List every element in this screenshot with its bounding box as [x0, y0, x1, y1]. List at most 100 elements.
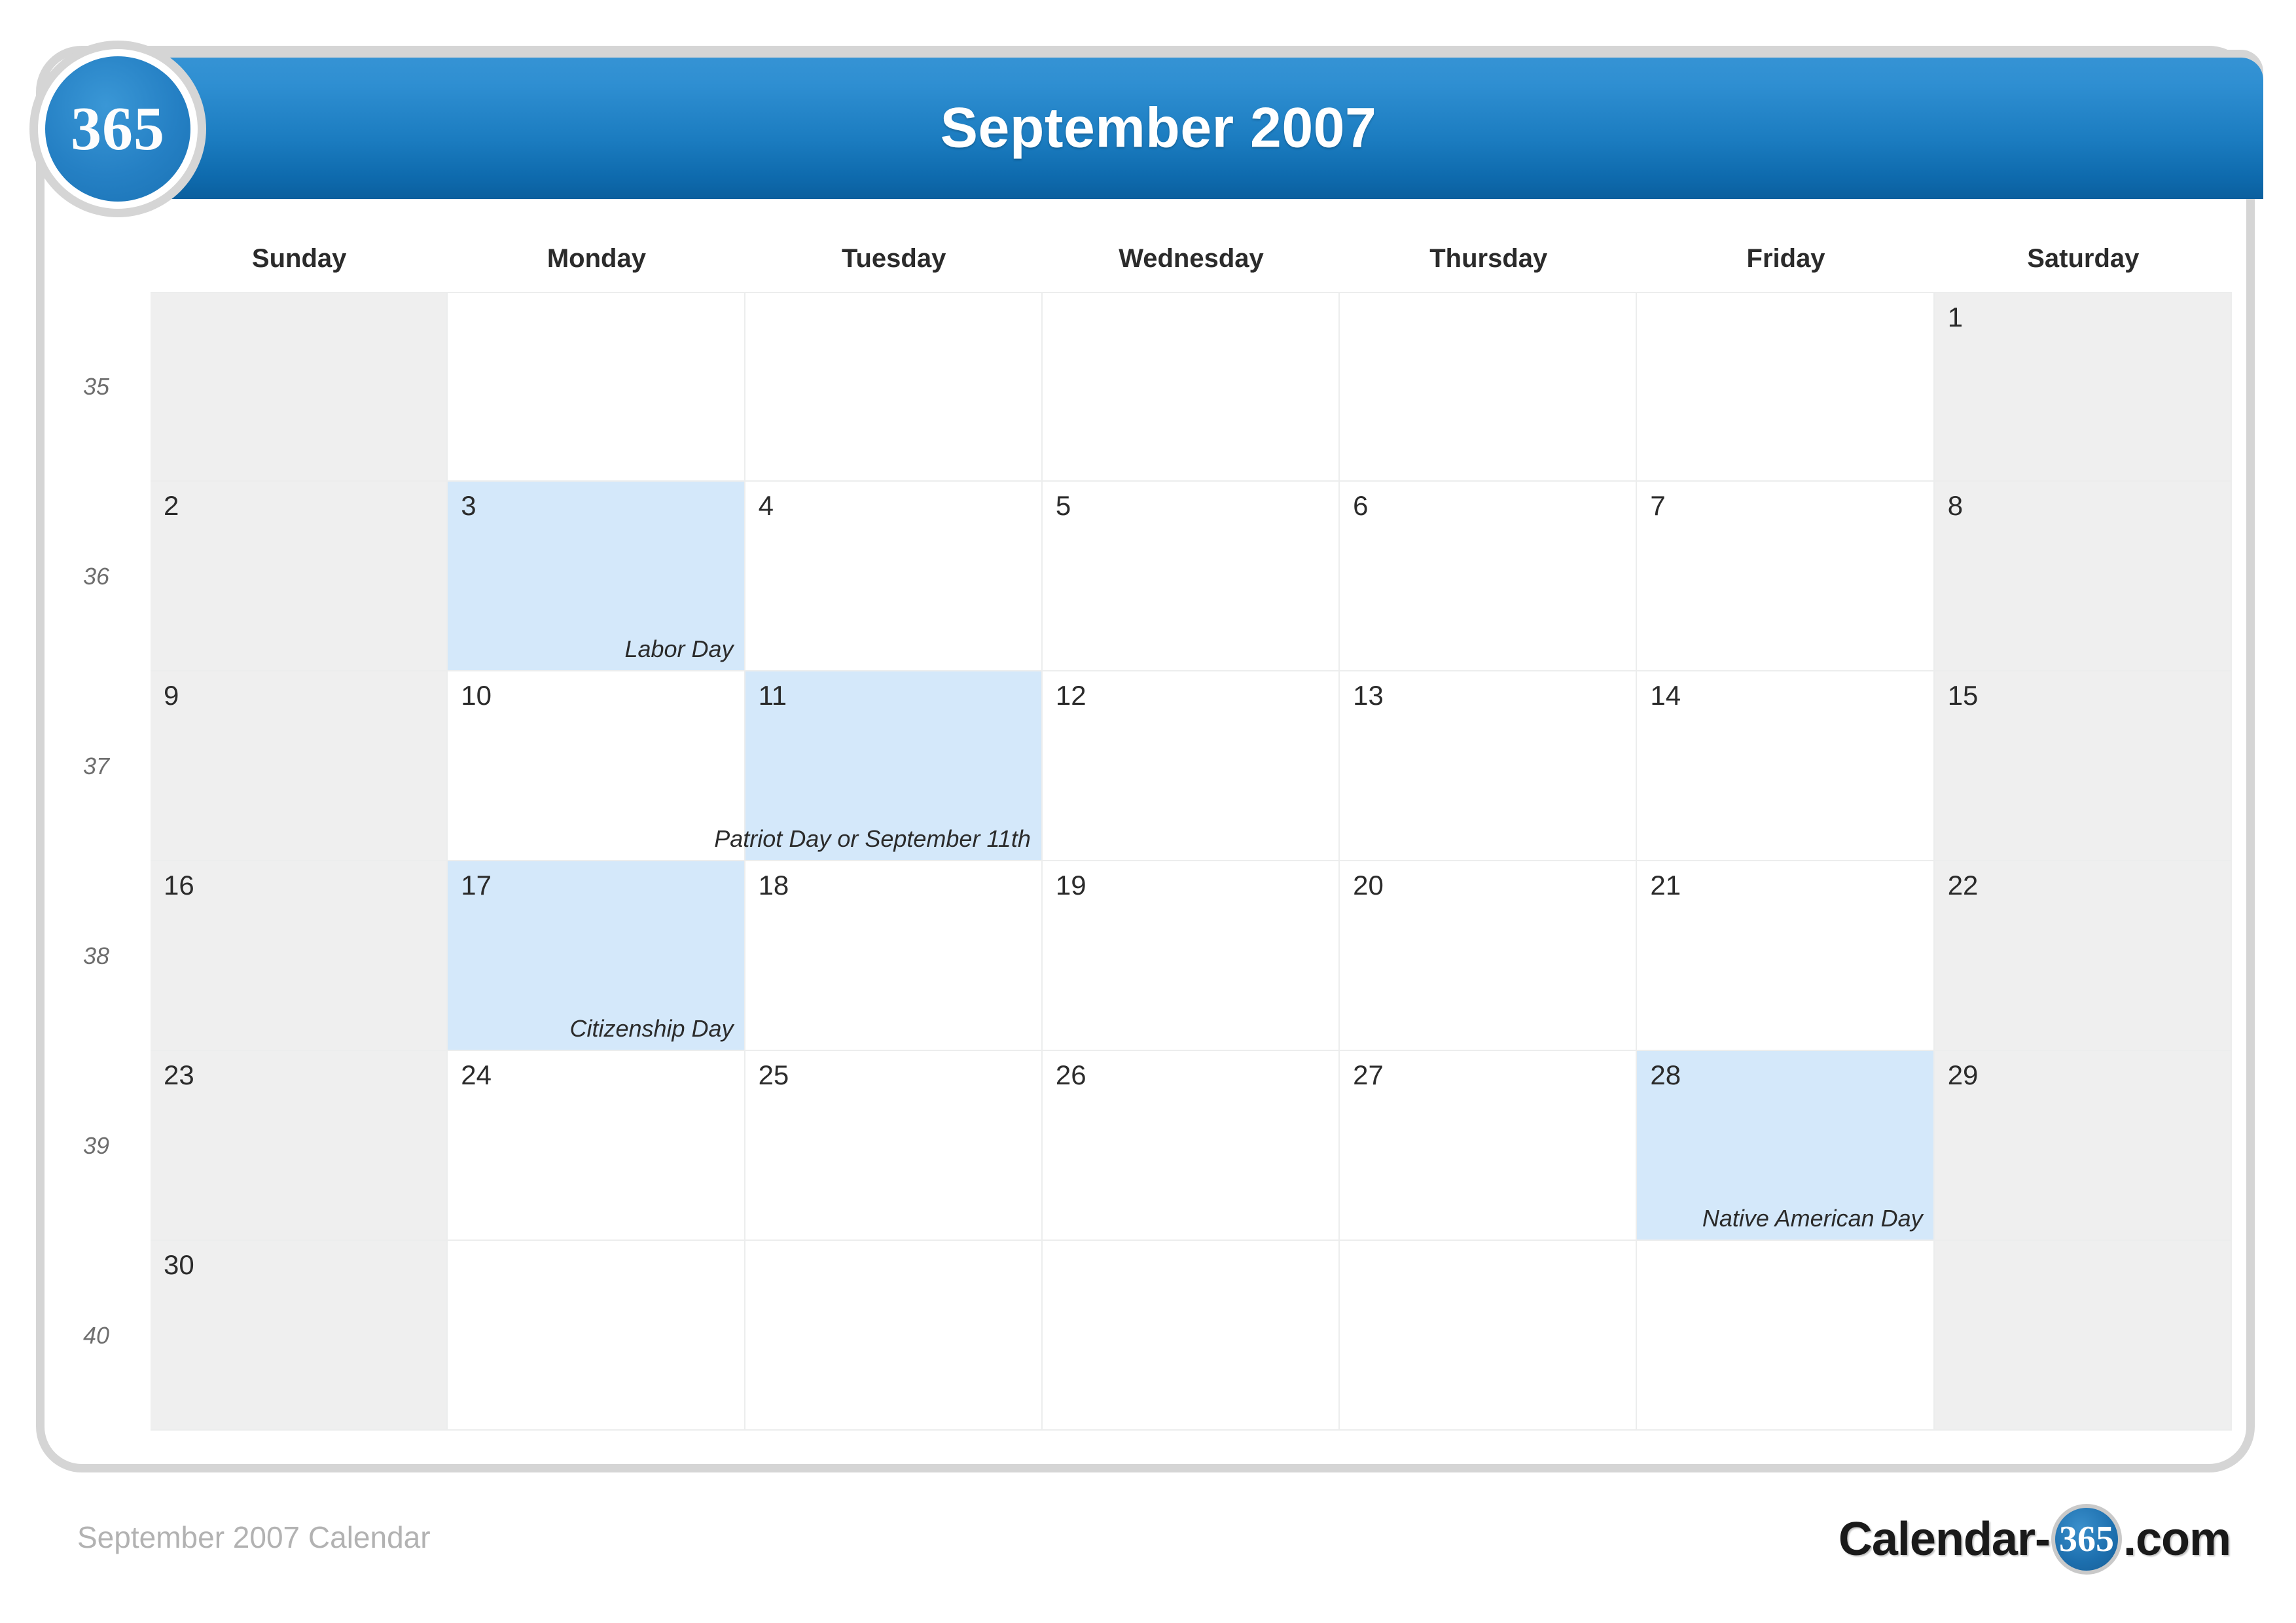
day-number: 2 [164, 490, 179, 521]
day-number: 13 [1353, 680, 1384, 711]
page-title: September 2007 [940, 96, 1377, 160]
logo-suffix-text: .com [2123, 1513, 2231, 1565]
day-number: 23 [164, 1060, 194, 1090]
day-number: 25 [758, 1060, 789, 1090]
day-cell-empty [448, 1241, 745, 1431]
week-number-39: 39 [82, 1132, 110, 1159]
day-number: 9 [164, 680, 179, 711]
day-cell-20[interactable]: 20 [1340, 861, 1638, 1051]
day-cell-empty [1934, 1241, 2232, 1431]
day-number: 28 [1650, 1060, 1681, 1090]
day-cell-9[interactable]: 9 [151, 671, 448, 861]
calendar-week-row: 37 9 10 11 Patriot Day or September 11th 12 13… [83, 671, 2232, 861]
calendar365-logo[interactable]: Calendar- 365 .com [1839, 1504, 2231, 1575]
day-number: 11 [758, 680, 787, 711]
calendar-grid: Sunday Monday Tuesday Wednesday Thursday Frid… [83, 241, 2232, 1431]
day-cell-1[interactable]: 1 [1934, 292, 2232, 482]
day-cell-26[interactable]: 26 [1042, 1051, 1340, 1241]
day-number: 17 [461, 870, 492, 901]
day-number: 3 [461, 490, 476, 521]
week-number-38: 38 [82, 942, 110, 969]
day-number: 18 [758, 870, 789, 901]
day-cell-7[interactable]: 7 [1637, 482, 1935, 671]
day-cell-28[interactable]: 28 Native American Day [1637, 1051, 1935, 1241]
week-number-37: 37 [82, 753, 110, 779]
week-number-36: 36 [82, 563, 110, 590]
day-cell-21[interactable]: 21 [1637, 861, 1935, 1051]
brand-badge-label: 365 [45, 56, 190, 202]
weekday-header-tuesday: Tuesday [842, 244, 946, 273]
day-cell-empty [448, 292, 745, 482]
logo-prefix-text: Calendar- [1838, 1513, 2051, 1565]
day-number: 7 [1650, 490, 1666, 521]
holiday-label: Patriot Day or September 11th [714, 825, 1031, 853]
weekday-header-friday: Friday [1746, 244, 1825, 273]
weekday-header-row: Sunday Monday Tuesday Wednesday Thursday Frid… [151, 241, 2232, 292]
day-number: 6 [1353, 490, 1369, 521]
day-number: 16 [164, 870, 194, 901]
day-cell-empty [1637, 292, 1935, 482]
day-number: 22 [1947, 870, 1979, 901]
weekday-header-thursday: Thursday [1429, 244, 1548, 273]
day-number: 10 [461, 680, 492, 711]
day-cell-empty [1340, 292, 1638, 482]
calendar-week-row: 35 1 [83, 292, 2232, 482]
day-cell-24[interactable]: 24 [448, 1051, 745, 1241]
day-cell-empty [745, 292, 1043, 482]
day-cell-8[interactable]: 8 [1934, 482, 2232, 671]
day-cell-3[interactable]: 3 Labor Day [448, 482, 745, 671]
day-cell-10[interactable]: 10 [448, 671, 745, 861]
day-cell-30[interactable]: 30 [151, 1241, 448, 1431]
holiday-label: Native American Day [1702, 1205, 1923, 1232]
day-number: 24 [461, 1060, 492, 1090]
calendar-week-row: 36 2 3 Labor Day 4 5 6 7 8 [83, 482, 2232, 671]
day-cell-17[interactable]: 17 Citizenship Day [448, 861, 745, 1051]
day-cell-empty [745, 1241, 1043, 1431]
day-cell-4[interactable]: 4 [745, 482, 1043, 671]
month-header-bar: September 2007 [145, 58, 2263, 199]
day-number: 4 [758, 490, 774, 521]
weekday-header-monday: Monday [547, 244, 646, 273]
day-number: 26 [1055, 1060, 1086, 1090]
day-number: 29 [1947, 1060, 1979, 1090]
day-number: 14 [1650, 680, 1681, 711]
day-cell-empty [1042, 1241, 1340, 1431]
day-number: 5 [1055, 490, 1071, 521]
day-cell-23[interactable]: 23 [151, 1051, 448, 1241]
day-number: 21 [1650, 870, 1681, 901]
holiday-label: Citizenship Day [569, 1015, 734, 1043]
day-cell-15[interactable]: 15 [1934, 671, 2232, 861]
day-cell-27[interactable]: 27 [1340, 1051, 1638, 1241]
calendar-week-row: 38 16 17 Citizenship Day 18 19 20 21 22 [83, 861, 2232, 1051]
day-number: 19 [1055, 870, 1086, 901]
day-cell-16[interactable]: 16 [151, 861, 448, 1051]
day-cell-25[interactable]: 25 [745, 1051, 1043, 1241]
day-cell-22[interactable]: 22 [1934, 861, 2232, 1051]
calendar-week-row: 39 23 24 25 26 27 28 Native American Day 29 [83, 1051, 2232, 1241]
weekday-header-saturday: Saturday [2027, 244, 2140, 273]
holiday-label: Labor Day [624, 635, 734, 663]
week-number-35: 35 [82, 373, 110, 400]
day-cell-empty [1637, 1241, 1935, 1431]
day-cell-empty [1340, 1241, 1638, 1431]
day-cell-18[interactable]: 18 [745, 861, 1043, 1051]
week-number-40: 40 [82, 1322, 110, 1349]
weekday-header-wednesday: Wednesday [1119, 244, 1264, 273]
brand-badge-ring: 365 [38, 49, 198, 209]
day-cell-13[interactable]: 13 [1340, 671, 1638, 861]
day-cell-19[interactable]: 19 [1042, 861, 1340, 1051]
day-number: 15 [1947, 680, 1979, 711]
day-cell-11[interactable]: 11 Patriot Day or September 11th [714, 671, 1043, 861]
day-number: 27 [1353, 1060, 1384, 1090]
day-cell-2[interactable]: 2 [151, 482, 448, 671]
brand-badge-365: 365 [29, 41, 206, 217]
day-cell-12[interactable]: 12 [1042, 671, 1340, 861]
day-cell-6[interactable]: 6 [1340, 482, 1638, 671]
day-number: 1 [1947, 302, 1964, 332]
day-cell-14[interactable]: 14 [1637, 671, 1935, 861]
weekday-header-sunday: Sunday [251, 244, 347, 273]
day-cell-empty [151, 292, 448, 482]
day-cell-29[interactable]: 29 [1934, 1051, 2232, 1241]
day-cell-5[interactable]: 5 [1042, 482, 1340, 671]
day-number: 8 [1947, 490, 1964, 521]
